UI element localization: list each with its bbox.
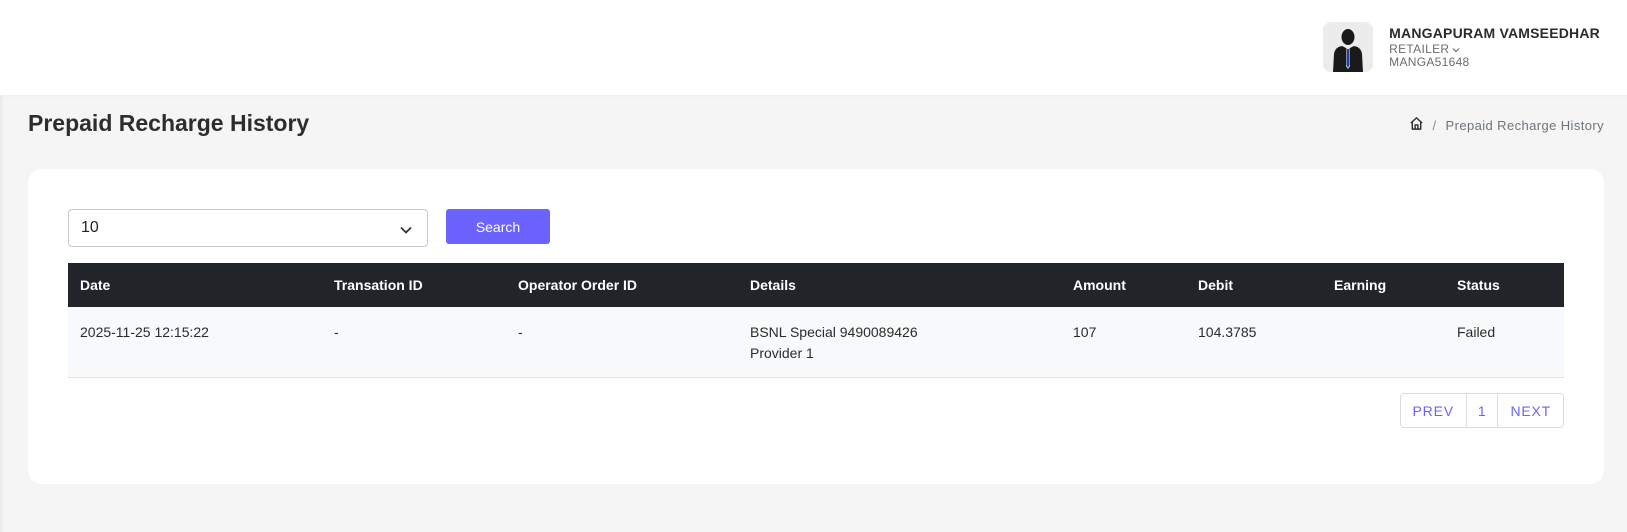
page-size-value: 10 (81, 219, 99, 236)
recharge-history-table: Date Transation ID Operator Order ID Det… (68, 263, 1564, 378)
pagination: PREV 1 NEXT (1399, 393, 1564, 428)
breadcrumb-separator: / (1432, 117, 1437, 133)
breadcrumb: / Prepaid Recharge History (1409, 116, 1604, 134)
table-row: 2025-11-25 12:15:22 - - BSNL Special 949… (68, 307, 1564, 378)
user-name: MANGAPURAM VAMSEEDHAR (1389, 25, 1600, 41)
column-header-details[interactable]: Details (738, 263, 1061, 307)
home-icon[interactable] (1409, 116, 1424, 134)
chevron-down-icon (399, 222, 413, 240)
column-header-debit[interactable]: Debit (1186, 263, 1322, 307)
column-header-status[interactable]: Status (1445, 263, 1564, 307)
cell-debit: 104.3785 (1198, 324, 1257, 340)
cell-transaction-id: - (334, 324, 339, 340)
cell-details: BSNL Special 9490089426 Provider 1 (738, 307, 1061, 378)
cell-status: Failed (1457, 324, 1496, 340)
page-title: Prepaid Recharge History (28, 110, 310, 136)
column-header-earning[interactable]: Earning (1322, 263, 1445, 307)
prev-page-button[interactable]: PREV (1400, 394, 1466, 427)
cell-date: 2025-11-25 12:15:22 (80, 324, 209, 340)
search-button[interactable]: Search (446, 209, 550, 244)
column-header-operator-order-id[interactable]: Operator Order ID (506, 263, 738, 307)
breadcrumb-current: Prepaid Recharge History (1445, 117, 1604, 133)
user-silhouette-icon (1323, 22, 1374, 72)
column-header-transaction-id[interactable]: Transation ID (322, 263, 506, 307)
column-header-amount[interactable]: Amount (1061, 263, 1186, 307)
history-card: 10 Search Date Transation ID Operator Or… (28, 169, 1604, 484)
avatar[interactable] (1323, 22, 1374, 72)
cell-earning (1322, 307, 1445, 378)
cell-operator-order-id: - (518, 324, 523, 340)
user-profile-menu[interactable]: MANGAPURAM VAMSEEDHAR RETAILER MANGA5164… (1323, 22, 1600, 74)
page-number-button[interactable]: 1 (1465, 394, 1498, 427)
next-page-button[interactable]: NEXT (1497, 394, 1563, 427)
page-size-select[interactable]: 10 (68, 209, 428, 247)
top-header: MANGAPURAM VAMSEEDHAR RETAILER MANGA5164… (0, 0, 1627, 95)
table-header-row: Date Transation ID Operator Order ID Det… (68, 263, 1564, 307)
details-line-2: Provider 1 (750, 345, 814, 361)
details-line-1: BSNL Special 9490089426 (750, 324, 918, 340)
user-id: MANGA51648 (1389, 55, 1470, 69)
column-header-date[interactable]: Date (68, 263, 322, 307)
cell-amount: 107 (1073, 324, 1097, 340)
